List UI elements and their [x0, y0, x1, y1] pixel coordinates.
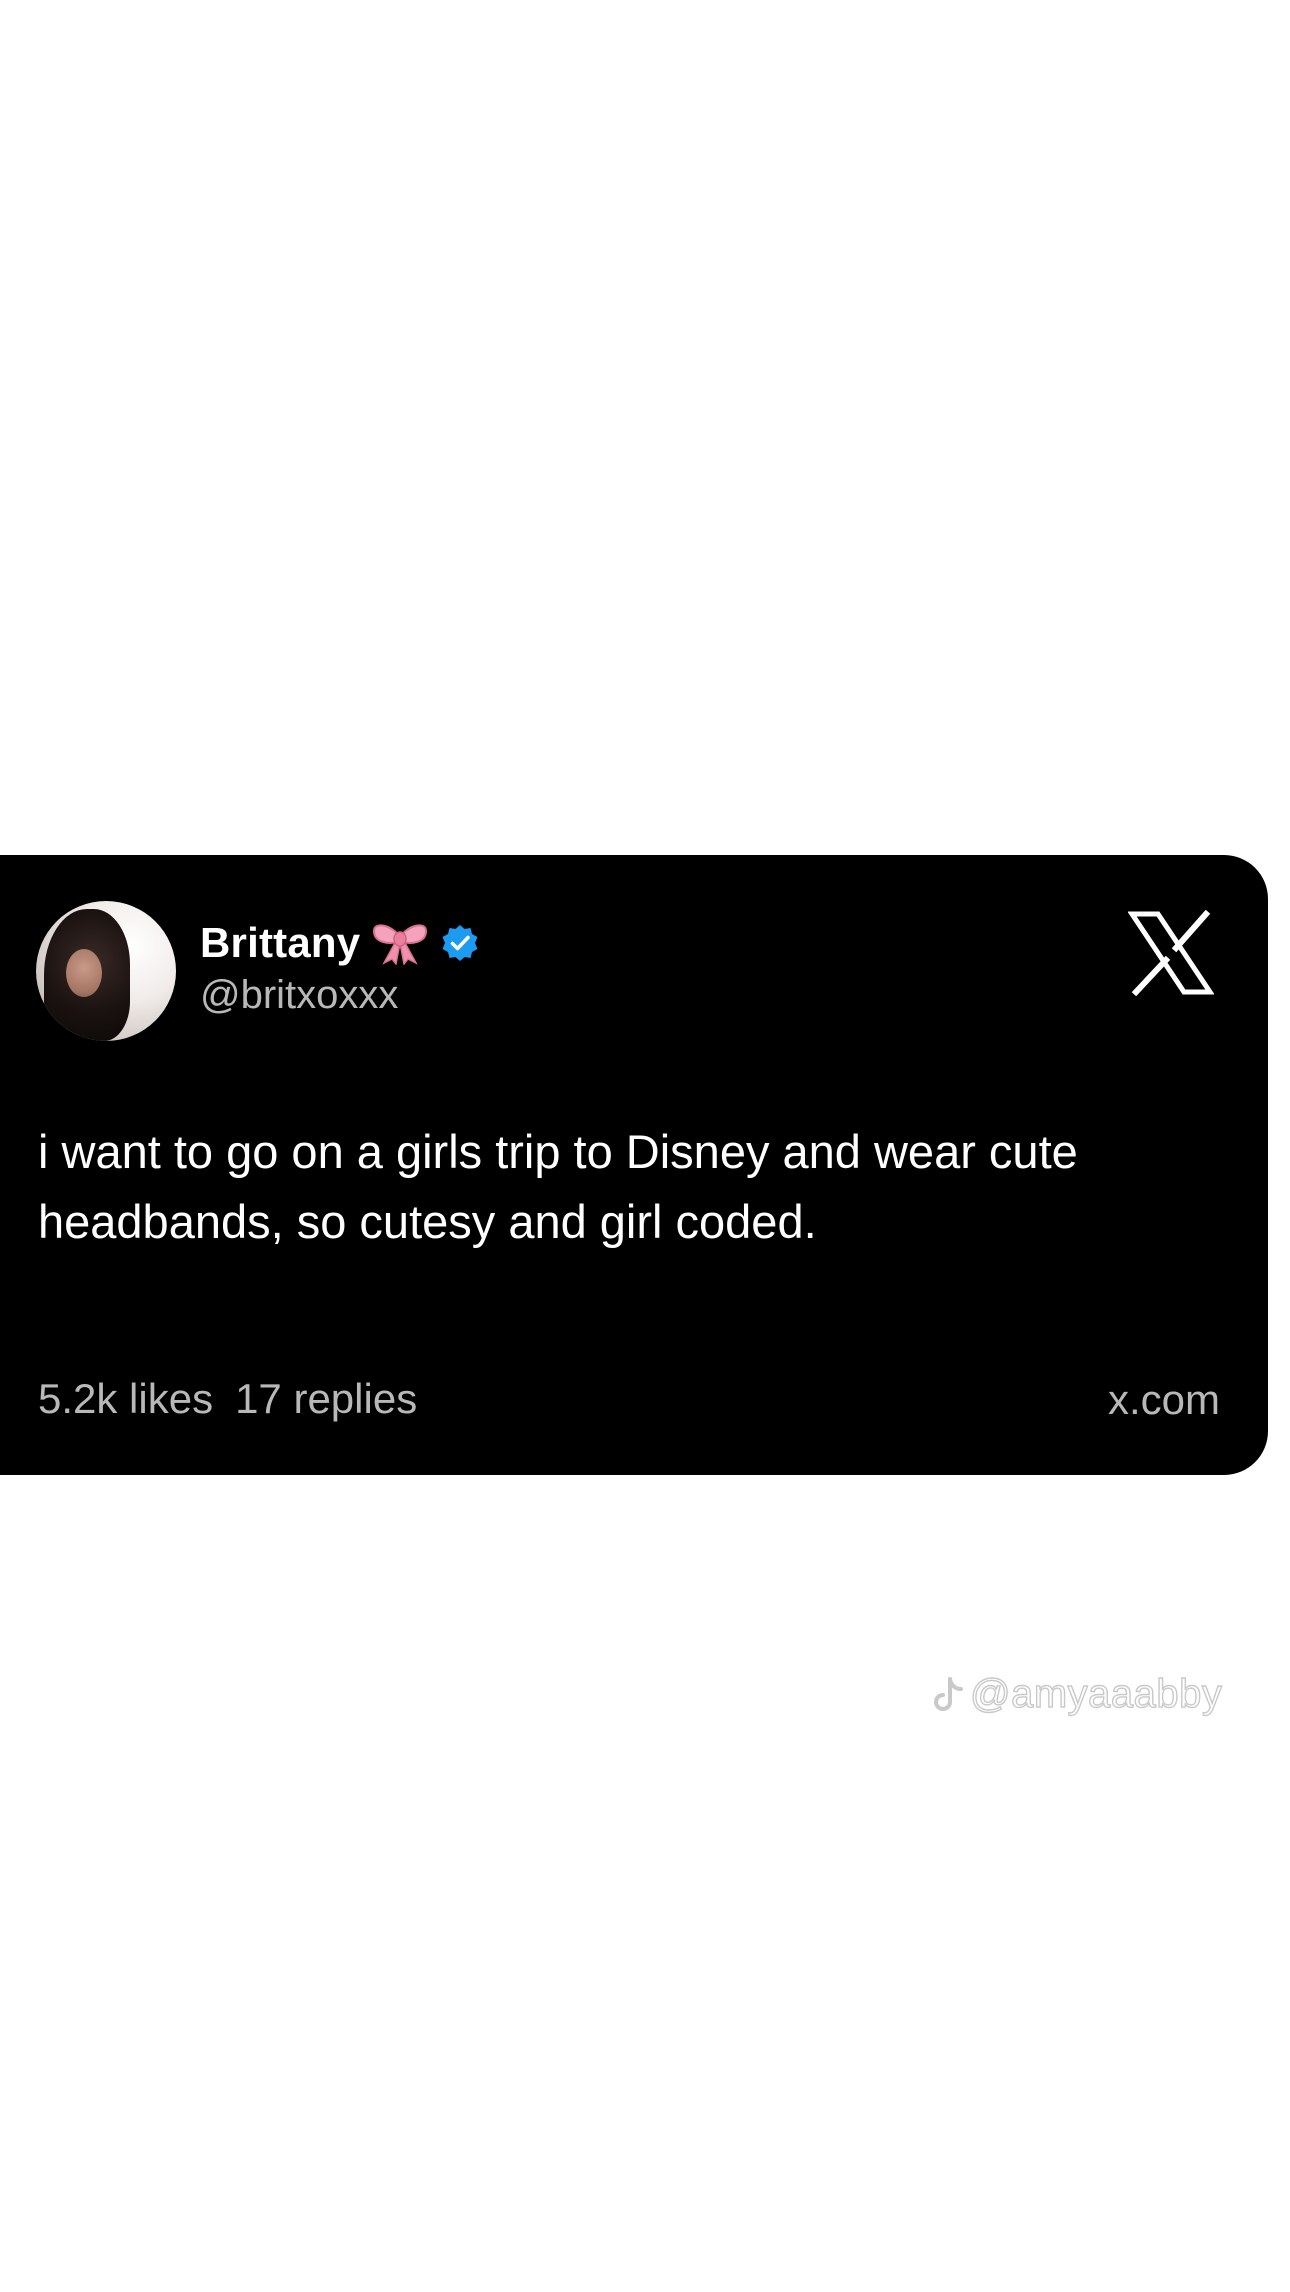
bow-icon	[370, 921, 430, 966]
watermark-text: @amyaaabby	[969, 1671, 1223, 1716]
tweet-text: i want to go on a girls trip to Disney a…	[38, 1125, 1078, 1248]
tiktok-icon	[930, 1675, 966, 1715]
source-link[interactable]: x.com	[1108, 1376, 1220, 1424]
watermark: @amyaaabby	[930, 1671, 1223, 1717]
engagement-stats: 5.2k likes 17 replies	[38, 1375, 417, 1423]
stats-spacer	[213, 1375, 235, 1423]
author-handle[interactable]: @britxoxxx	[200, 973, 398, 1018]
replies-count[interactable]: 17 replies	[235, 1375, 417, 1423]
tweet-card[interactable]: Brittany @britxoxxx i want to go on a gi…	[0, 855, 1268, 1475]
x-logo-icon[interactable]	[1127, 909, 1215, 997]
avatar-face	[66, 949, 102, 997]
author-name-row: Brittany	[200, 913, 480, 973]
avatar[interactable]	[36, 901, 176, 1041]
likes-count[interactable]: 5.2k likes	[38, 1375, 213, 1423]
display-name[interactable]: Brittany	[200, 919, 360, 967]
verified-icon	[440, 923, 480, 963]
